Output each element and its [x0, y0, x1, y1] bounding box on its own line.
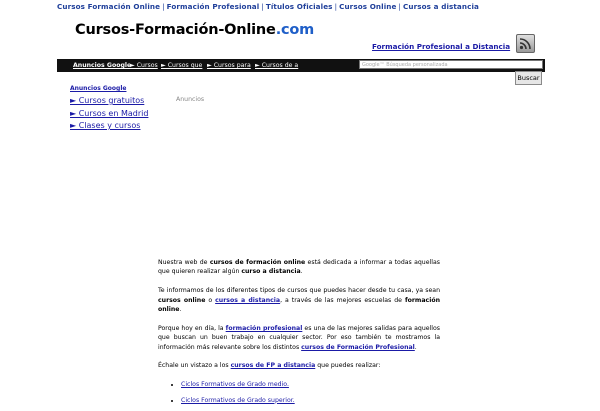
grado-medio-link[interactable]: Ciclos Formativos de Grado medio.: [181, 381, 289, 388]
rss-feed-icon[interactable]: [516, 34, 535, 53]
sidebar-ad-clases-y-cursos[interactable]: ► Clases y cursos: [70, 120, 148, 133]
search-button[interactable]: Buscar: [515, 71, 542, 85]
main-content: Nuestra web de cursos de formación onlin…: [158, 258, 440, 411]
cursos-formacion-profesional-link[interactable]: cursos de Formación Profesional: [301, 344, 415, 351]
fp-paragraph: Porque hoy en día, la formación profesio…: [158, 324, 440, 352]
top-navigation: Cursos Formación Online | Formación Profes…: [57, 2, 479, 11]
topnav-link-cursos-a-distancia[interactable]: Cursos a distancia: [403, 2, 479, 11]
text: , a través de las mejores escuelas de: [280, 296, 405, 304]
list-item: Ciclos Formativos de Grado medio.: [181, 380, 440, 389]
sidebar-ads-list: ► Cursos gratuitos ► Cursos en Madrid ► …: [70, 95, 148, 133]
sidebar-ads-heading[interactable]: Anuncios Google: [70, 85, 126, 92]
ad-link-cursos-de-a[interactable]: ► Cursos de a: [255, 62, 298, 69]
text: Te informamos de los diferentes tipos de…: [158, 287, 440, 295]
bold-text: curso a distancia: [241, 268, 301, 276]
topnav-link-formacion-profesional[interactable]: Formación Profesional: [167, 2, 260, 11]
text: Échale un vistazo a los: [158, 362, 231, 370]
ad-link-cursos[interactable]: ► Cursos: [130, 62, 158, 69]
site-logo[interactable]: Cursos-Formación-Online.com: [75, 22, 314, 38]
search-input[interactable]: Google™ Búsqueda personalizada: [359, 60, 543, 69]
text: Porque hoy en día, la: [158, 324, 226, 332]
text: .: [300, 268, 303, 276]
sidebar-ad-cursos-en-madrid[interactable]: ► Cursos en Madrid: [70, 108, 148, 121]
intro-paragraph: Nuestra web de cursos de formación onlin…: [158, 258, 440, 277]
cursos-fp-distancia-link[interactable]: cursos de FP a distancia: [231, 362, 316, 369]
topnav-link-titulos-oficiales[interactable]: Títulos Oficiales: [266, 2, 333, 11]
ads-google-label[interactable]: Anuncios Google: [73, 62, 131, 69]
bold-text: cursos online: [158, 296, 206, 304]
bold-text: cursos de formación online: [209, 259, 306, 266]
grado-superior-link[interactable]: Ciclos Formativos de Grado superior.: [181, 397, 295, 404]
logo-suffix-text: .com: [275, 22, 315, 38]
formacion-profesional-distancia-link[interactable]: Formación Profesional a Distancia: [372, 42, 510, 51]
topnav-link-cursos-formacion-online[interactable]: Cursos Formación Online: [57, 2, 160, 11]
list-item: Ciclos Formativos de Grado superior.: [181, 396, 440, 405]
anuncios-label: Anuncios: [176, 96, 205, 103]
text: .: [414, 343, 417, 351]
formacion-profesional-link[interactable]: formación profesional: [226, 325, 303, 332]
ad-link-cursos-para[interactable]: ► Cursos para: [207, 62, 251, 69]
cta-paragraph: Échale un vistazo a los cursos de FP a d…: [158, 361, 440, 370]
sidebar-ad-cursos-gratuitos[interactable]: ► Cursos gratuitos: [70, 95, 148, 108]
topnav-link-cursos-online[interactable]: Cursos Online: [339, 2, 396, 11]
info-paragraph: Te informamos de los diferentes tipos de…: [158, 286, 440, 314]
ciclos-list: Ciclos Formativos de Grado medio. Ciclos…: [158, 380, 440, 405]
ad-link-cursos-que[interactable]: ► Cursos que: [161, 62, 202, 69]
text: o: [205, 296, 216, 304]
cursos-a-distancia-link[interactable]: cursos a distancia: [215, 297, 280, 304]
logo-main-text: Cursos-Formación-Online: [75, 22, 276, 38]
text: .: [179, 306, 182, 314]
text: que puedes realizar:: [315, 362, 381, 370]
text: Nuestra web de: [158, 259, 210, 266]
